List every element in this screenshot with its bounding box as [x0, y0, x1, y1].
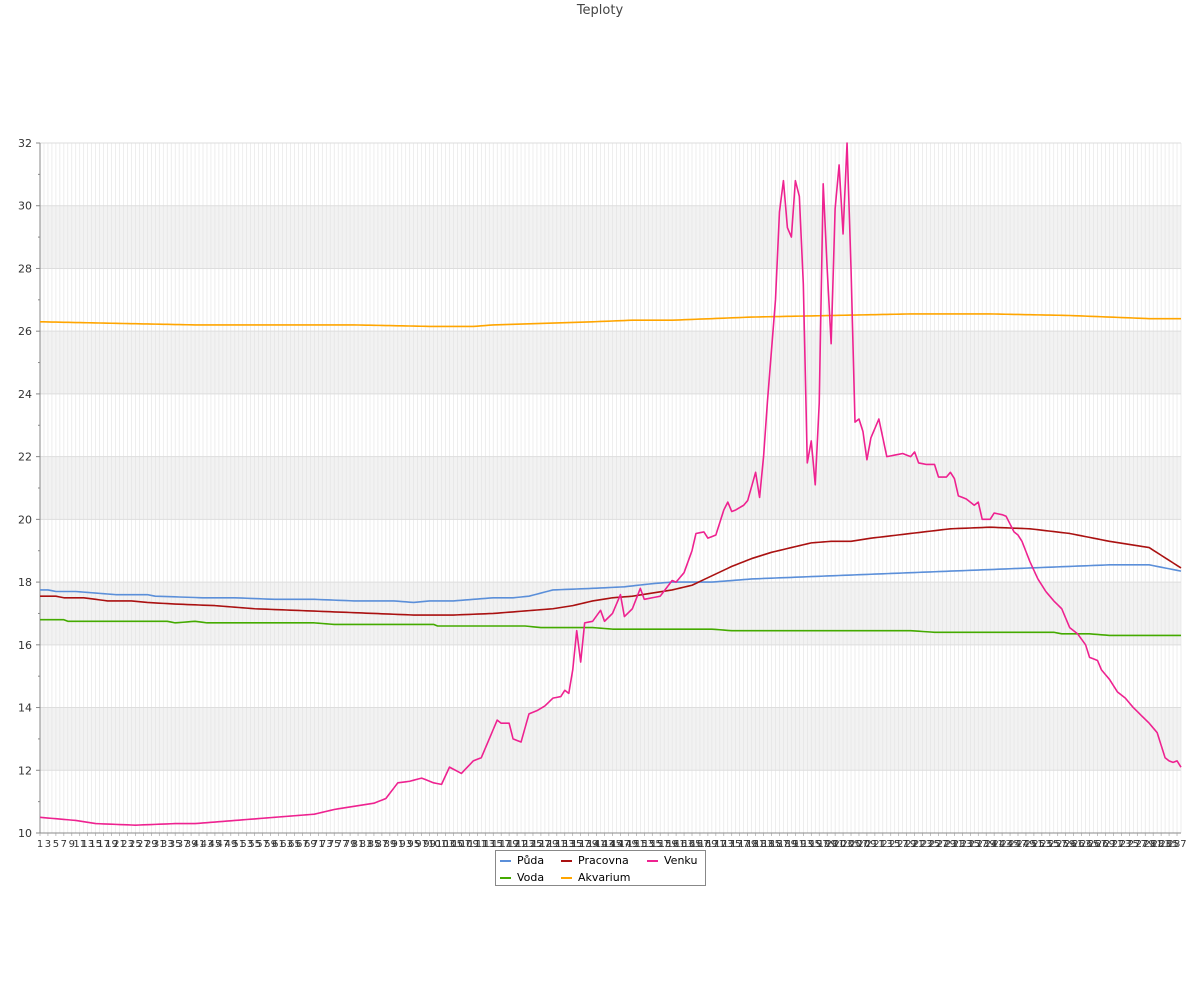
- legend-label: Půda: [517, 854, 545, 867]
- x-tick-label: 5: [53, 839, 59, 850]
- y-tick-label: 22: [18, 451, 32, 464]
- legend: Půda Voda Pracovna Akvarium Venku: [495, 850, 706, 886]
- x-tick-label: 287: [1167, 839, 1186, 850]
- legend-label: Pracovna: [578, 854, 629, 867]
- y-tick-label: 26: [18, 325, 32, 338]
- y-axis: 10 12 14 16 18 20 22 24 26 28 30 32: [18, 137, 41, 840]
- y-tick-label: 30: [18, 200, 32, 213]
- legend-entry: Voda: [500, 871, 544, 884]
- legend-entry: Pracovna: [561, 854, 629, 867]
- x-tick-label: 1: [37, 839, 43, 850]
- legend-swatch: [647, 859, 658, 862]
- legend-label: Akvarium: [578, 871, 631, 884]
- legend-swatch: [561, 859, 572, 862]
- legend-entry: Akvarium: [561, 871, 630, 884]
- y-tick-label: 18: [18, 576, 32, 589]
- y-tick-label: 28: [18, 262, 32, 275]
- legend-swatch: [500, 876, 511, 879]
- x-axis: 1 3 5 7 911131517192123252729313335373941434…: [37, 832, 1187, 850]
- legend-entry: Venku: [647, 854, 697, 867]
- legend-entry: Půda: [500, 854, 544, 867]
- y-tick-label: 14: [18, 702, 32, 715]
- y-tick-label: 32: [18, 137, 32, 150]
- x-tick-label: 7: [61, 839, 67, 850]
- y-tick-label: 16: [18, 639, 32, 652]
- x-tick-label: 3: [45, 839, 51, 850]
- legend-swatch: [500, 859, 511, 862]
- legend-label: Voda: [517, 871, 545, 884]
- legend-label: Venku: [664, 854, 698, 867]
- y-tick-label: 10: [18, 827, 32, 840]
- y-tick-label: 12: [18, 764, 32, 777]
- y-tick-label: 24: [18, 388, 32, 401]
- y-tick-label: 20: [18, 513, 32, 526]
- legend-swatch: [561, 876, 572, 879]
